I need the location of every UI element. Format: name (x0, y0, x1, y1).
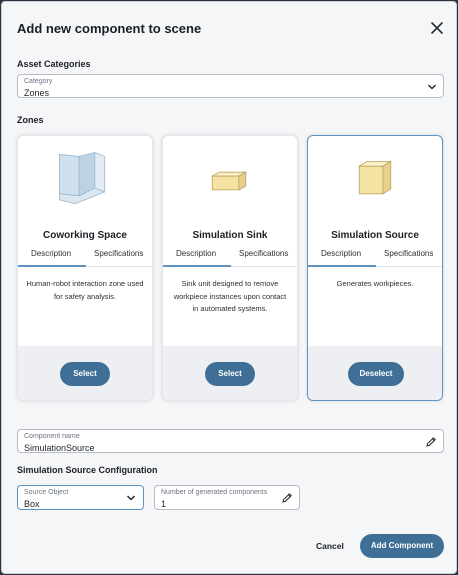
select-button[interactable]: Select (60, 362, 110, 386)
add-component-dialog: Add new component to scene Asset Categor… (1, 1, 457, 574)
tab-specifications[interactable]: Specifications (384, 249, 433, 258)
card-footer: Select (163, 346, 297, 400)
category-label: Category (24, 78, 53, 85)
deselect-button[interactable]: Deselect (348, 362, 404, 386)
generated-count-value: 1 (161, 499, 167, 509)
card-title: Simulation Source (331, 230, 419, 241)
tab-active-indicator (18, 265, 86, 267)
category-value: Zones (24, 88, 50, 98)
generated-count-field[interactable]: Number of generated components 1 (154, 485, 300, 510)
card-description: Generates workpieces. (336, 279, 414, 288)
coworking-zone-icon (58, 151, 106, 205)
card-title: Simulation Sink (192, 230, 268, 241)
chevron-down-icon (428, 84, 436, 90)
tab-specifications[interactable]: Specifications (94, 249, 143, 258)
source-object-select[interactable]: Source Object Box (17, 485, 144, 510)
zone-card-simulation-source: Simulation Source Description Specificat… (307, 135, 443, 401)
source-box-icon (357, 160, 393, 195)
zone-card-coworking-space: Coworking Space Description Specificatio… (17, 135, 153, 401)
asset-categories-heading: Asset Categories (17, 59, 91, 69)
close-icon[interactable] (427, 18, 447, 38)
tab-active-indicator (308, 265, 376, 267)
card-title: Coworking Space (43, 230, 127, 241)
zone-card-simulation-sink: Simulation Sink Description Specificatio… (162, 135, 298, 401)
card-footer: Deselect (308, 346, 442, 400)
select-button[interactable]: Select (205, 362, 255, 386)
cancel-button[interactable]: Cancel (316, 541, 344, 551)
card-description: Sink unit designed to remove workpiece i… (173, 279, 287, 313)
tab-description[interactable]: Description (321, 249, 361, 258)
component-name-value: SimulationSource (24, 443, 95, 453)
add-component-button[interactable]: Add Component (360, 534, 444, 558)
tab-description[interactable]: Description (176, 249, 216, 258)
component-name-label: Component name (24, 433, 80, 440)
tab-active-indicator (163, 265, 231, 267)
card-description: Human-robot interaction zone used for sa… (26, 279, 144, 301)
zones-heading: Zones (17, 115, 44, 125)
dialog-title: Add new component to scene (17, 21, 202, 36)
category-select[interactable]: Category Zones (17, 74, 444, 98)
source-object-value: Box (24, 499, 40, 509)
config-heading: Simulation Source Configuration (17, 465, 158, 475)
source-object-label: Source Object (24, 489, 69, 496)
generated-count-label: Number of generated components (161, 489, 268, 496)
card-footer: Select (18, 346, 152, 400)
pencil-icon[interactable] (281, 492, 293, 504)
pencil-icon[interactable] (425, 436, 437, 448)
sink-box-icon (210, 171, 248, 191)
chevron-down-icon (127, 495, 135, 501)
component-name-field[interactable]: Component name SimulationSource (17, 429, 444, 453)
tab-specifications[interactable]: Specifications (239, 249, 288, 258)
tab-description[interactable]: Description (31, 249, 71, 258)
